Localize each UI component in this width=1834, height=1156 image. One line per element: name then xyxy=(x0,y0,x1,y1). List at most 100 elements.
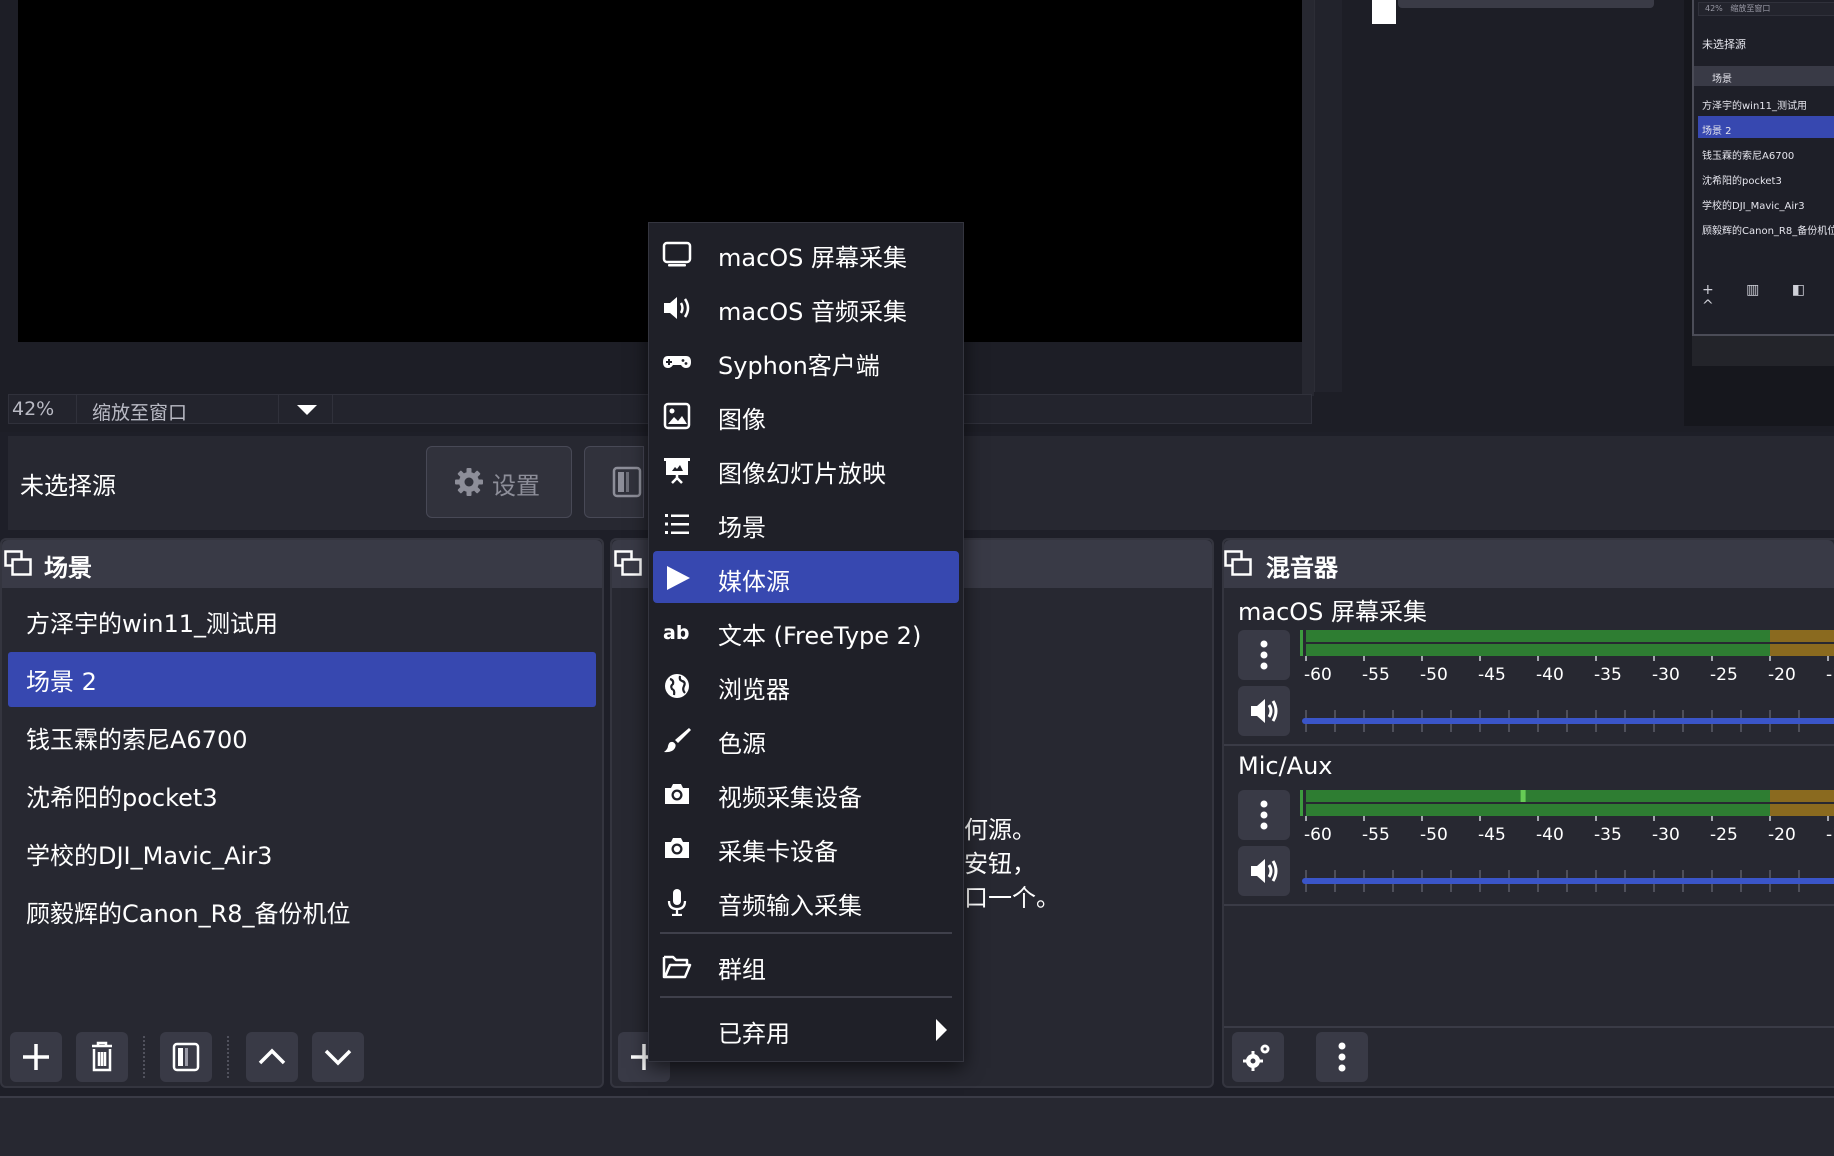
channel-menu-button[interactable] xyxy=(1238,630,1290,680)
thumbnail-scene-item: 钱玉霖的索尼A6700 xyxy=(1702,151,1795,162)
menu-item-image[interactable]: 图像 xyxy=(652,390,960,442)
menu-item-syphon-client[interactable]: Syphon客户端 xyxy=(652,336,960,388)
meter-zero-marker xyxy=(1300,790,1303,816)
preview-vertical-scrollbar[interactable] xyxy=(1314,0,1342,392)
menu-item-audio-input-capture[interactable]: 音频输入采集 xyxy=(652,876,960,928)
thumbnail-scene-item: 学校的DJI_Mavic_Air3 xyxy=(1702,201,1805,212)
scenes-dock-title: 场景 xyxy=(44,554,92,582)
thumbnail-scenes-title: 场景 xyxy=(1712,74,1732,85)
menu-item-text-freetype2[interactable]: ab 文本 (FreeType 2) xyxy=(652,606,960,658)
folder-open-icon xyxy=(662,955,692,979)
thumbnail-scene-item: 沈希阳的pocket3 xyxy=(1702,176,1782,187)
gears-icon xyxy=(1243,1044,1270,1071)
menu-item-label: 浏览器 xyxy=(718,676,790,704)
trash-icon xyxy=(92,1041,112,1072)
scene-item[interactable]: 方泽宇的win11_测试用 xyxy=(26,604,278,638)
mixer-channel-name: Mic/Aux xyxy=(1238,752,1333,780)
scene-item[interactable]: 学校的DJI_Mavic_Air3 xyxy=(26,836,272,870)
horizontal-scrollbar[interactable] xyxy=(1398,0,1654,8)
meter-tick-label: -55 xyxy=(1362,825,1390,844)
meter-tick-label: -35 xyxy=(1594,825,1622,844)
menu-item-label: Syphon客户端 xyxy=(718,352,880,380)
sources-empty-hint: 口一个。 xyxy=(964,884,1060,912)
menu-item-label: 图像 xyxy=(718,406,766,434)
move-scene-up-button[interactable] xyxy=(246,1032,298,1082)
scene-item[interactable]: 顾毅辉的Canon_R8_备份机位 xyxy=(26,894,351,928)
menu-item-color-source[interactable]: 色源 xyxy=(652,714,960,766)
meter-tick-label: -20 xyxy=(1768,825,1796,844)
menu-item-macos-screen-capture[interactable]: macOS 屏幕采集 xyxy=(652,228,960,280)
zoom-mode-select[interactable]: 缩放至窗口 xyxy=(92,398,272,424)
meter-tick-label: -15 xyxy=(1826,665,1834,684)
dock-window-icon[interactable] xyxy=(1224,550,1252,576)
camera-icon xyxy=(665,838,689,858)
thumbnail-zoom-percent: 42% xyxy=(1705,4,1723,13)
menu-item-capture-card-device[interactable]: 采集卡设备 xyxy=(652,822,960,874)
channel-divider xyxy=(1224,904,1834,906)
audio-settings-button[interactable] xyxy=(1232,1032,1284,1082)
image-icon xyxy=(663,402,691,430)
menu-item-deprecated[interactable]: 已弃用 xyxy=(652,1004,960,1056)
meter-green-zone xyxy=(1306,630,1770,642)
mixer-menu-button[interactable] xyxy=(1316,1032,1368,1082)
zoom-divider xyxy=(278,395,279,423)
scene-item-selected[interactable]: 场景 2 xyxy=(26,662,97,696)
menu-item-label: 场景 xyxy=(718,514,766,542)
meter-yellow-zone xyxy=(1770,630,1834,642)
no-source-label: 未选择源 xyxy=(20,472,116,500)
meter-zero-marker xyxy=(1300,630,1303,656)
play-icon xyxy=(667,566,690,590)
mute-button[interactable] xyxy=(1238,846,1290,896)
menu-item-image-slideshow[interactable]: 图像幻灯片放映 xyxy=(652,444,960,496)
volume-slider[interactable] xyxy=(1294,706,1834,736)
menu-item-label: 已弃用 xyxy=(718,1020,790,1048)
toolbar-separator xyxy=(143,1036,145,1078)
meter-yellow-zone xyxy=(1770,790,1834,802)
meter-tick-label: -20 xyxy=(1768,665,1796,684)
meter-tick-label: -40 xyxy=(1536,665,1564,684)
slideshow-icon xyxy=(664,458,690,484)
window-thumbnail: 42% 缩放至窗口 未选择源 场景 方泽宇的win11_测试用 场景 2 钱玉霖… xyxy=(1692,0,1834,336)
menu-item-label: macOS 音频采集 xyxy=(718,298,908,326)
menu-item-label: 媒体源 xyxy=(718,568,790,596)
add-scene-button[interactable] xyxy=(10,1032,62,1082)
menu-item-label: 文本 (FreeType 2) xyxy=(718,622,922,650)
speaker-icon xyxy=(1251,859,1278,883)
thumbnail-shadow xyxy=(1692,336,1834,366)
meter-tick-label: -45 xyxy=(1478,665,1506,684)
menu-item-macos-audio-capture[interactable]: macOS 音频采集 xyxy=(652,282,960,334)
chevron-down-icon[interactable] xyxy=(296,404,318,416)
menu-separator xyxy=(660,996,952,998)
scene-filters-button[interactable] xyxy=(160,1032,212,1082)
mixer-dock-title: 混音器 xyxy=(1266,554,1338,582)
chevron-up-icon xyxy=(258,1048,286,1065)
meter-green-zone xyxy=(1306,790,1770,802)
thumbnail-scene-item: 顾毅辉的Canon_R8_备份机位 xyxy=(1702,226,1834,237)
list-icon xyxy=(665,514,689,534)
menu-item-label: 音频输入采集 xyxy=(718,892,862,920)
menu-item-video-capture-device[interactable]: 视频采集设备 xyxy=(652,768,960,820)
move-scene-down-button[interactable] xyxy=(312,1032,364,1082)
volume-slider[interactable] xyxy=(1294,866,1834,896)
meter-tick-label: -15 xyxy=(1826,825,1834,844)
dock-window-icon[interactable] xyxy=(614,550,642,576)
menu-item-browser[interactable]: 浏览器 xyxy=(652,660,960,712)
more-vertical-icon xyxy=(1338,1042,1346,1072)
mixer-toolbar-divider xyxy=(1224,1026,1834,1028)
remove-scene-button[interactable] xyxy=(76,1032,128,1082)
gear-icon xyxy=(455,468,483,496)
menu-item-group[interactable]: 群组 xyxy=(652,940,960,992)
mute-button[interactable] xyxy=(1238,686,1290,736)
zoom-percent[interactable]: 42% xyxy=(12,398,74,422)
scroll-handle[interactable] xyxy=(1372,0,1396,24)
meter-tick-label: -55 xyxy=(1362,665,1390,684)
dock-window-icon[interactable] xyxy=(4,550,32,576)
menu-item-media-source[interactable]: 媒体源 xyxy=(652,552,960,604)
channel-menu-button[interactable] xyxy=(1238,790,1290,840)
scene-item[interactable]: 沈希阳的pocket3 xyxy=(26,778,218,812)
filter-icon xyxy=(612,466,642,498)
scene-item[interactable]: 钱玉霖的索尼A6700 xyxy=(26,720,248,754)
thumbnail-zoom-bar: 42% 缩放至窗口 xyxy=(1698,2,1834,16)
menu-item-scene[interactable]: 场景 xyxy=(652,498,960,550)
audio-meter: -60 -55 -50 -45 -40 -35 -30 -25 -20 -15 xyxy=(1300,790,1834,844)
